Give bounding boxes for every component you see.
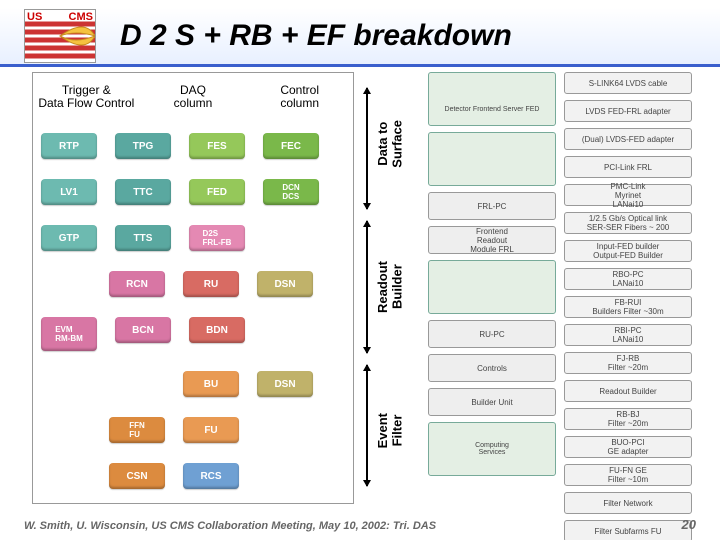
- block-d2s: D2S FRL-FB: [189, 225, 245, 251]
- label-lvdsfed: LVDS FED-FRL adapter: [564, 100, 692, 122]
- block-bcn: BCN: [115, 317, 171, 343]
- label: Detector Frontend Server FED: [445, 106, 540, 113]
- block-fec: FEC: [263, 133, 319, 159]
- slide-title: D 2 S + RB + EF breakdown: [120, 19, 512, 53]
- label-fbrui: FB-RUI Builders Filter ~30m: [564, 296, 692, 318]
- col1-l2: Data Flow Control: [38, 97, 134, 110]
- slide-number: 20: [682, 517, 696, 532]
- row-6: BU DSN: [37, 371, 349, 397]
- content: Trigger & Data Flow Control DAQ column C…: [32, 72, 688, 508]
- right-hw-diagram: Detector Frontend Server FED FRL-PC Fron…: [428, 72, 692, 502]
- col-daq: DAQ column: [140, 73, 247, 121]
- right-col-right: S-LINK64 LVDS cable LVDS FED-FRL adapter…: [564, 72, 692, 502]
- arrow-icon: [366, 221, 368, 352]
- block-rcn: RCN: [109, 271, 165, 297]
- annotation-column: Data to Surface Readout Builder Event Fi…: [362, 72, 418, 502]
- block-csn: CSN: [109, 463, 165, 489]
- col-trigger: Trigger & Data Flow Control: [33, 73, 140, 121]
- uscms-logo: US CMS: [24, 9, 96, 63]
- label-rbo: RBO-PC LANai10: [564, 268, 692, 290]
- rack-rbo: [428, 260, 556, 314]
- unit-frlpc: FRL-PC: [428, 192, 556, 220]
- block-dsn2: DSN: [257, 371, 313, 397]
- block-grid: RTP TPG FES FEC LV1 TTC FED DCN DCS GTP …: [37, 123, 349, 499]
- col-control: Control column: [246, 73, 353, 121]
- block-gtp: GTP: [41, 225, 97, 251]
- annot-ef-label: Event Filter: [376, 413, 405, 448]
- logo-cms: CMS: [69, 11, 93, 23]
- block-dcn: DCN DCS: [263, 179, 319, 205]
- col2-l2: column: [174, 97, 213, 110]
- annot-rb-label: Readout Builder: [376, 261, 405, 313]
- block-bdn: BDN: [189, 317, 245, 343]
- label-ifb: Input-FED builder Output-FED Builder: [564, 240, 692, 262]
- label-rbipc: RBI-PC LANai10: [564, 324, 692, 346]
- label-pmc: PMC-Link Myrinet LANai10: [564, 184, 692, 206]
- label-fu: Filter Subfarms FU: [564, 520, 692, 540]
- row-8: CSN RCS: [37, 463, 349, 489]
- label-pcilink: PCI-Link FRL: [564, 156, 692, 178]
- label-opt: 1/2.5 Gb/s Optical link SER-SER Fibers ~…: [564, 212, 692, 234]
- label-rbbj: RB-BJ Filter ~20m: [564, 408, 692, 430]
- row-5: EVM RM-BM BCN BDN: [37, 317, 349, 351]
- label-readoutb: Readout Builder: [564, 380, 692, 402]
- block-rtp: RTP: [41, 133, 97, 159]
- rack-dfs: Detector Frontend Server FED: [428, 72, 556, 126]
- block-rcs: RCS: [183, 463, 239, 489]
- label-lvds: S-LINK64 LVDS cable: [564, 72, 692, 94]
- column-headers: Trigger & Data Flow Control DAQ column C…: [33, 73, 353, 121]
- label-fnet: Filter Network: [564, 492, 692, 514]
- arrow-icon: [366, 88, 368, 209]
- annot-rb: Readout Builder: [362, 215, 418, 358]
- title-bar: US CMS D 2 S + RB + EF breakdown: [0, 8, 720, 67]
- label-dual: (Dual) LVDS-FED adapter: [564, 128, 692, 150]
- annot-d2s-label: Data to Surface: [376, 120, 405, 168]
- block-ru: RU: [183, 271, 239, 297]
- left-block-diagram: Trigger & Data Flow Control DAQ column C…: [32, 72, 354, 504]
- block-tts: TTS: [115, 225, 171, 251]
- block-lv1: LV1: [41, 179, 97, 205]
- unit-rupc: RU-PC: [428, 320, 556, 348]
- annot-d2s: Data to Surface: [362, 72, 418, 215]
- row-2: LV1 TTC FED DCN DCS: [37, 179, 349, 205]
- rack-frl: [428, 132, 556, 186]
- block-evm: EVM RM-BM: [41, 317, 97, 351]
- block-dsn: DSN: [257, 271, 313, 297]
- label-fj: FJ-RB Filter ~20m: [564, 352, 692, 374]
- row-1: RTP TPG FES FEC: [37, 133, 349, 159]
- block-ffn: FFN FU: [109, 417, 165, 443]
- label: Computing Services: [475, 442, 509, 456]
- label-buopci: BUO-PCI GE adapter: [564, 436, 692, 458]
- block-ttc: TTC: [115, 179, 171, 205]
- unit-fmu: Frontend Readout Module FRL: [428, 226, 556, 254]
- row-7: FFN FU FU: [37, 417, 349, 443]
- label-fn: FU-FN GE Filter ~10m: [564, 464, 692, 486]
- row-3: GTP TTS D2S FRL-FB: [37, 225, 349, 251]
- unit-controls: Controls: [428, 354, 556, 382]
- block-fu: FU: [183, 417, 239, 443]
- footer-text: W. Smith, U. Wisconsin, US CMS Collabora…: [24, 520, 436, 532]
- right-col-left: Detector Frontend Server FED FRL-PC Fron…: [428, 72, 556, 502]
- row-4: RCN RU DSN: [37, 271, 349, 297]
- slide: US CMS D 2 S + RB + EF breakdown Trigger…: [0, 0, 720, 540]
- block-tpg: TPG: [115, 133, 171, 159]
- block-fed: FED: [189, 179, 245, 205]
- logo-us: US: [27, 11, 42, 23]
- block-bu: BU: [183, 371, 239, 397]
- arrow-icon: [366, 365, 368, 486]
- annot-ef: Event Filter: [362, 359, 418, 502]
- col3-l2: column: [280, 97, 319, 110]
- block-fes: FES: [189, 133, 245, 159]
- unit-bu: Builder Unit: [428, 388, 556, 416]
- rack-cs: Computing Services: [428, 422, 556, 476]
